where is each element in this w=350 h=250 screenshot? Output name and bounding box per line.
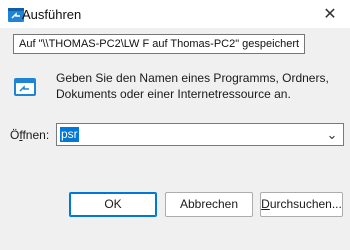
run-dialog: Ausführen ✕ Auf "\\THOMAS-PC2\LW F auf T… [0,0,350,250]
open-input-value: psr [60,127,79,143]
open-label: Öffnen: [10,127,49,143]
browse-accelerator: D [261,197,270,211]
description-line-1: Geben Sie den Namen eines Programms, Ord… [56,71,329,85]
browse-button-label: urchsuchen... [269,197,342,211]
open-label-suffix: fnen: [22,128,50,142]
open-combobox[interactable]: psr ⌄ [56,123,344,146]
open-input[interactable]: psr [57,124,324,145]
run-icon [14,78,36,96]
open-label-prefix: Ö [10,128,20,142]
close-button[interactable]: ✕ [320,5,340,25]
browse-button[interactable]: Durchsuchen... [260,192,343,217]
ok-button[interactable]: OK [69,192,157,217]
close-icon: ✕ [323,6,337,23]
chevron-down-icon: ⌄ [326,127,338,142]
tooltip: Auf "\\THOMAS-PC2\LW F auf Thomas-PC2" g… [13,34,306,54]
dialog-description: Geben Sie den Namen eines Programms, Ord… [56,70,331,102]
cancel-button[interactable]: Abbrechen [165,192,253,217]
window-title: Ausführen [22,7,82,22]
description-line-2: Dokuments oder einer Internetressource a… [56,87,291,101]
dropdown-button[interactable]: ⌄ [321,124,343,145]
title-bar[interactable]: Ausführen ✕ [0,0,350,28]
